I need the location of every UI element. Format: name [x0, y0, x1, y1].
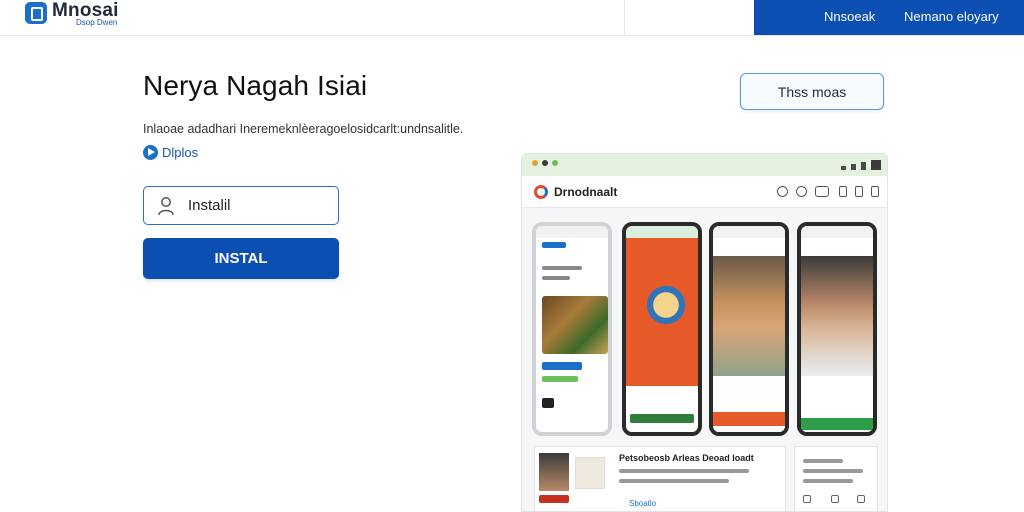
preview-header-icons-right [839, 186, 879, 197]
secondary-button[interactable]: Thss moas [740, 73, 884, 110]
preview-logo-icon [534, 185, 548, 199]
chat-icon[interactable] [815, 186, 829, 197]
status-bar [522, 154, 887, 176]
phone-screenshot-3 [709, 222, 789, 436]
install-input-value: Instalil [188, 197, 231, 214]
phone-artwork [640, 278, 692, 338]
phone-screenshot-4 [797, 222, 877, 436]
card-thumbnail [539, 453, 569, 491]
bookmark-icon[interactable] [871, 186, 879, 197]
card-link[interactable]: Sboatlo [629, 499, 656, 508]
top-nav-link-2[interactable]: Nemano eloyary [904, 9, 999, 24]
preview-header-icons [777, 186, 829, 197]
search-icon[interactable] [796, 186, 807, 197]
play-link[interactable]: Dlplos [143, 144, 198, 160]
person-photo [713, 256, 785, 376]
phone-screenshot-1 [532, 222, 612, 436]
play-link-label: Dlplos [162, 144, 199, 160]
card-action-icon[interactable] [803, 495, 811, 503]
page-subtitle: Inlaoae adadhari Ineremeknlèeragoelosidc… [143, 122, 464, 136]
top-nav-link-1[interactable]: Nnsoeak [824, 9, 875, 24]
settings-icon[interactable] [777, 186, 788, 197]
install-button[interactable]: INSTAL [143, 238, 339, 279]
preview-card-small[interactable] [794, 446, 878, 511]
install-input[interactable]: Instalil [143, 186, 339, 225]
top-bar: Mnosai Dsop Dwen Nnsoeak Nemano eloyary [0, 0, 1024, 36]
page-title: Nerya Nagah Isiai [143, 70, 368, 101]
app-preview: Drnodnaalt Petsobeosb Arleas Deoad Ioadt… [521, 153, 888, 512]
play-icon [143, 144, 158, 160]
signal-icon [841, 160, 881, 170]
phone-image [542, 296, 608, 354]
phone-screenshot-2 [622, 222, 702, 436]
top-divider [624, 0, 625, 36]
preview-header: Drnodnaalt [522, 176, 887, 208]
logo-icon[interactable] [25, 2, 47, 24]
card-action-icon[interactable] [857, 495, 865, 503]
card-thumbnail [575, 457, 605, 489]
preview-card[interactable]: Petsobeosb Arleas Deoad Ioadt Sboatlo [534, 446, 786, 511]
user-icon [158, 197, 174, 216]
share-icon[interactable] [855, 186, 863, 197]
card-title: Petsobeosb Arleas Deoad Ioadt [619, 453, 754, 463]
card-action-icon[interactable] [831, 495, 839, 503]
person-photo [801, 256, 873, 376]
status-icons-left [532, 160, 558, 166]
brand-tagline: Dsop Dwen [76, 18, 118, 27]
preview-app-title: Drnodnaalt [554, 185, 618, 199]
lock-icon[interactable] [839, 186, 847, 197]
